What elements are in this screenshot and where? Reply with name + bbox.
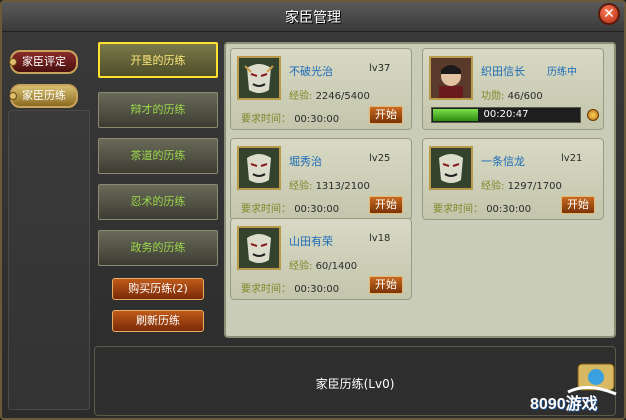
required-time-value: 00:30:00 xyxy=(294,114,340,125)
required-time-value: 00:30:00 xyxy=(294,204,340,215)
retainer-portrait xyxy=(429,56,473,100)
required-time: 要求时间： 00:30:00 xyxy=(241,200,339,215)
retainer-exp: 经验: 1313/2100 xyxy=(289,177,370,192)
logo-text: 8090游戏 xyxy=(530,396,598,413)
speed-up-icon[interactable] xyxy=(587,109,599,121)
training-panel: 不破光治 lv37 经验: 2246/5400 要求时间： 00:30:00 开… xyxy=(224,42,616,338)
progress-time: 00:20:47 xyxy=(483,109,529,120)
category-tea[interactable]: 茶道的历练 xyxy=(98,138,218,174)
training-progress-bar: 00:20:47 xyxy=(431,107,581,123)
exp-label: 经验: xyxy=(289,91,313,102)
retainer-card: 堀秀治 lv25 经验: 1313/2100 要求时间： 00:30:00 开始 xyxy=(230,138,412,220)
retainer-merit: 功勋: 46/600 xyxy=(481,87,543,102)
required-time-label: 要求时间： xyxy=(241,284,291,295)
sidebar-background xyxy=(8,110,90,410)
dialog-window: 家臣管理 ✕ 家臣评定 家臣历练 开垦的历练 辩才的历练 茶道的历练 忍术的历练… xyxy=(0,0,626,420)
retainer-card: 一条信龙 lv21 经验: 1297/1700 要求时间： 00:30:00 开… xyxy=(422,138,604,220)
retainer-card: 不破光治 lv37 经验: 2246/5400 要求时间： 00:30:00 开… xyxy=(230,48,412,130)
warlord-portrait-icon xyxy=(431,58,471,98)
merit-value: 46/600 xyxy=(507,91,543,102)
retainer-card-in-progress: 织田信长 历练中 功勋: 46/600 00:20:47 xyxy=(422,48,604,130)
retainer-portrait xyxy=(237,56,281,100)
tab-retainer-evaluation[interactable]: 家臣评定 xyxy=(9,50,78,74)
retainer-exp: 经验: 2246/5400 xyxy=(289,87,370,102)
window-title: 家臣管理 xyxy=(285,10,341,26)
category-politics[interactable]: 政务的历练 xyxy=(98,230,218,266)
start-button[interactable]: 开始 xyxy=(561,196,595,214)
tab-label: 家臣历练 xyxy=(22,89,66,102)
mask-portrait-icon xyxy=(239,58,279,98)
required-time: 要求时间： 00:30:00 xyxy=(433,200,531,215)
retainer-portrait xyxy=(429,146,473,190)
close-button[interactable]: ✕ xyxy=(598,3,620,25)
required-time-value: 00:30:00 xyxy=(294,284,340,295)
category-ninjutsu[interactable]: 忍术的历练 xyxy=(98,184,218,220)
start-button[interactable]: 开始 xyxy=(369,196,403,214)
category-eloquence[interactable]: 辩才的历练 xyxy=(98,92,218,128)
exp-label: 经验: xyxy=(289,181,313,192)
merit-label: 功勋: xyxy=(481,91,505,102)
retainer-name: 山田有荣 xyxy=(289,235,333,248)
retainer-name: 堀秀治 xyxy=(289,155,322,168)
retainer-level: lv25 xyxy=(369,153,391,164)
mask-portrait-icon xyxy=(239,148,279,188)
exp-value: 1297/1700 xyxy=(507,181,562,192)
exp-label: 经验: xyxy=(289,261,313,272)
tab-label: 家臣评定 xyxy=(22,55,66,68)
exp-value: 1313/2100 xyxy=(315,181,370,192)
category-column: 开垦的历练 辩才的历练 茶道的历练 忍术的历练 政务的历练 购买历练(2) 刷新… xyxy=(94,42,224,340)
retainer-level: lv21 xyxy=(561,153,583,164)
retainer-name: 织田信长 xyxy=(481,65,525,78)
required-time: 要求时间： 00:30:00 xyxy=(241,110,339,125)
retainer-level: lv37 xyxy=(369,63,391,74)
titlebar: 家臣管理 ✕ xyxy=(2,2,624,32)
retainer-portrait xyxy=(237,226,281,270)
start-button[interactable]: 开始 xyxy=(369,106,403,124)
required-time-label: 要求时间： xyxy=(433,204,483,215)
retainer-card: 山田有荣 lv18 经验: 60/1400 要求时间： 00:30:00 开始 xyxy=(230,218,412,300)
tab-dot-icon xyxy=(9,92,17,100)
retainer-level: lv18 xyxy=(369,233,391,244)
required-time-value: 00:30:00 xyxy=(486,204,532,215)
start-button[interactable]: 开始 xyxy=(369,276,403,294)
required-time-label: 要求时间： xyxy=(241,204,291,215)
retainer-portrait xyxy=(237,146,281,190)
exp-value: 2246/5400 xyxy=(315,91,370,102)
refresh-training-button[interactable]: 刷新历练 xyxy=(112,310,204,332)
required-time-label: 要求时间： xyxy=(241,114,291,125)
retainer-name: 不破光治 xyxy=(289,65,333,78)
retainer-name: 一条信龙 xyxy=(481,155,525,168)
buy-training-button[interactable]: 购买历练(2) xyxy=(112,278,204,300)
retainer-exp: 经验: 60/1400 xyxy=(289,257,357,272)
mask-portrait-icon xyxy=(239,228,279,268)
tab-dot-icon xyxy=(9,58,17,66)
tab-retainer-training[interactable]: 家臣历练 xyxy=(9,84,78,108)
retainer-exp: 经验: 1297/1700 xyxy=(481,177,562,192)
training-status: 历练中 xyxy=(547,67,577,78)
required-time: 要求时间： 00:30:00 xyxy=(241,280,339,295)
exp-label: 经验: xyxy=(481,181,505,192)
exp-value: 60/1400 xyxy=(315,261,358,272)
site-logo: 8090游戏 xyxy=(528,362,620,416)
category-farming[interactable]: 开垦的历练 xyxy=(98,42,218,78)
mask-portrait-icon xyxy=(431,148,471,188)
